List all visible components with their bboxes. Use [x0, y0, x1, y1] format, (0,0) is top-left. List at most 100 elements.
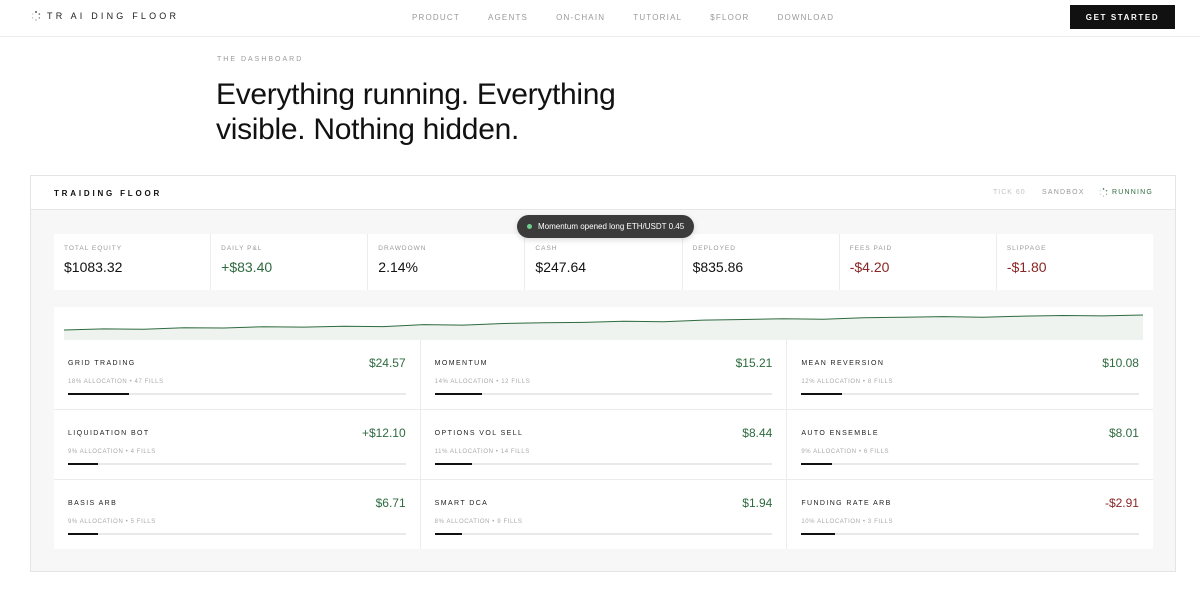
- allocation-fill: [801, 463, 832, 465]
- strategy-name: MOMENTUM: [434, 360, 488, 367]
- strategy-name: FUNDING RATE ARB: [801, 500, 892, 507]
- stat-deployed: DEPLOYED $835.86: [683, 234, 840, 290]
- strategy-card-momentum[interactable]: MOMENTUM $15.21 14% ALLOCATION • 12 FILL…: [420, 340, 787, 409]
- trade-toast: Momentum opened long ETH/USDT 0.45: [517, 215, 695, 238]
- strategy-name: GRID TRADING: [68, 360, 136, 367]
- strategy-name: LIQUIDATION BOT: [68, 430, 150, 437]
- strategy-card-grid-trading[interactable]: GRID TRADING $24.57 18% ALLOCATION • 47 …: [54, 340, 420, 409]
- toast-message: Momentum opened long ETH/USDT 0.45: [538, 222, 685, 231]
- allocation-fill: [68, 533, 99, 535]
- stat-value: -$1.80: [1006, 259, 1047, 275]
- stat-label: CASH: [535, 245, 558, 252]
- stat-value: $247.64: [535, 259, 587, 275]
- strategy-card-auto-ensemble[interactable]: AUTO ENSEMBLE $8.01 9% ALLOCATION • 6 FI…: [787, 410, 1153, 479]
- get-started-button[interactable]: GET STARTED: [1070, 5, 1175, 29]
- strategy-name: SMART DCA: [434, 500, 489, 507]
- stat-value: $835.86: [692, 259, 744, 275]
- strategy-name: BASIS ARB: [68, 500, 118, 507]
- allocation-fill: [434, 463, 472, 465]
- stat-label: TOTAL EQUITY: [64, 245, 123, 252]
- allocation-fill: [801, 393, 842, 395]
- stats-row: TOTAL EQUITY $1083.32 DAILY P&L +$83.40 …: [54, 234, 1153, 290]
- allocation-bar: [801, 393, 1139, 395]
- stat-value: -$4.20: [849, 259, 890, 275]
- strategy-pnl: $1.94: [742, 496, 773, 510]
- allocation-bar: [801, 463, 1139, 465]
- section-eyebrow: THE DASHBOARD: [217, 56, 304, 63]
- stat-label: SLIPPAGE: [1006, 245, 1047, 252]
- nav-link-on-chain[interactable]: ON-CHAIN: [556, 13, 605, 22]
- strategy-pnl: $10.08: [1102, 356, 1139, 370]
- stat-fees-paid: FEES PAID -$4.20: [840, 234, 997, 290]
- allocation-fill: [434, 533, 462, 535]
- strategy-meta: 9% ALLOCATION • 5 FILLS: [68, 519, 156, 525]
- stat-label: DRAWDOWN: [378, 245, 427, 252]
- nav-link-tutorial[interactable]: TUTORIAL: [633, 13, 682, 22]
- strategy-pnl: $15.21: [735, 356, 773, 370]
- top-nav: TR AI DING FLOOR PRODUCT AGENTS ON-CHAIN…: [0, 0, 1200, 37]
- strategy-card-mean-reversion[interactable]: MEAN REVERSION $10.08 12% ALLOCATION • 8…: [787, 340, 1153, 409]
- stat-daily-pnl: DAILY P&L +$83.40: [211, 234, 369, 290]
- stat-drawdown: DRAWDOWN 2.14%: [368, 234, 526, 290]
- nav-link-download[interactable]: DOWNLOAD: [777, 13, 834, 22]
- stat-cash: CASH $247.64: [525, 234, 683, 290]
- strategy-meta: 8% ALLOCATION • 9 FILLS: [434, 519, 523, 525]
- strategy-meta: 18% ALLOCATION • 47 FILLS: [68, 379, 164, 385]
- strategy-name: OPTIONS VOL SELL: [434, 430, 524, 437]
- tick-counter: TICK 60: [993, 189, 1026, 196]
- nav-link-product[interactable]: PRODUCT: [412, 13, 460, 22]
- stat-label: DAILY P&L: [221, 245, 263, 252]
- strategy-card-options-vol-sell[interactable]: OPTIONS VOL SELL $8.44 11% ALLOCATION • …: [420, 410, 787, 479]
- panel-title: TRAIDING FLOOR: [54, 189, 163, 198]
- strategy-card-funding-rate-arb[interactable]: FUNDING RATE ARB -$2.91 10% ALLOCATION •…: [787, 480, 1153, 549]
- hero-headline: Everything running. Everything visible. …: [216, 78, 616, 146]
- strategy-meta: 9% ALLOCATION • 6 FILLS: [801, 449, 890, 455]
- allocation-bar: [434, 463, 773, 465]
- stat-label: FEES PAID: [849, 245, 893, 252]
- allocation-bar: [434, 533, 773, 535]
- spinner-icon: [1099, 188, 1108, 197]
- strategy-meta: 9% ALLOCATION • 4 FILLS: [68, 449, 156, 455]
- strategy-meta: 11% ALLOCATION • 14 FILLS: [434, 449, 530, 455]
- strategy-pnl: $6.71: [375, 496, 406, 510]
- strategy-meta: 14% ALLOCATION • 12 FILLS: [434, 379, 531, 385]
- allocation-fill: [68, 393, 129, 395]
- strategy-meta: 10% ALLOCATION • 3 FILLS: [801, 519, 894, 525]
- panel-header: TRAIDING FLOOR TICK 60 SANDBOX RUNNING: [31, 176, 1175, 210]
- strategy-pnl: $8.44: [742, 426, 773, 440]
- stat-total-equity: TOTAL EQUITY $1083.32: [54, 234, 212, 290]
- strategy-pnl: -$2.91: [1104, 496, 1139, 510]
- status-label: RUNNING: [1112, 189, 1154, 196]
- allocation-bar: [801, 533, 1139, 535]
- strategy-name: AUTO ENSEMBLE: [801, 430, 879, 437]
- allocation-bar: [434, 393, 773, 395]
- nav-link-agents[interactable]: AGENTS: [488, 13, 528, 22]
- logo[interactable]: TR AI DING FLOOR: [31, 11, 179, 21]
- stat-label: DEPLOYED: [692, 245, 736, 252]
- live-dot-icon: [527, 224, 532, 229]
- stat-value: 2.14%: [378, 259, 418, 275]
- strategy-grid: GRID TRADING $24.57 18% ALLOCATION • 47 …: [54, 340, 1153, 549]
- strategy-name: MEAN REVERSION: [801, 360, 885, 367]
- nav-link-floor[interactable]: $FLOOR: [710, 13, 749, 22]
- strategy-pnl: $24.57: [368, 356, 406, 370]
- strategy-card-smart-dca[interactable]: SMART DCA $1.94 8% ALLOCATION • 9 FILLS: [420, 480, 787, 549]
- status-indicator: RUNNING: [1099, 188, 1153, 197]
- stat-slippage: SLIPPAGE -$1.80: [997, 234, 1153, 290]
- logo-text: TR AI DING FLOOR: [47, 11, 180, 21]
- strategy-pnl: +$12.10: [361, 426, 406, 440]
- allocation-bar: [68, 393, 406, 395]
- strategy-meta: 12% ALLOCATION • 8 FILLS: [801, 379, 894, 385]
- equity-sparkline: [54, 307, 1153, 340]
- stat-value: $1083.32: [64, 259, 123, 275]
- nav-links: PRODUCT AGENTS ON-CHAIN TUTORIAL $FLOOR …: [412, 13, 862, 22]
- allocation-bar: [68, 463, 406, 465]
- spinner-icon: [31, 11, 41, 21]
- allocation-fill: [68, 463, 99, 465]
- strategy-card-basis-arb[interactable]: BASIS ARB $6.71 9% ALLOCATION • 5 FILLS: [54, 480, 420, 549]
- allocation-fill: [801, 533, 836, 535]
- strategy-card-liquidation-bot[interactable]: LIQUIDATION BOT +$12.10 9% ALLOCATION • …: [54, 410, 420, 479]
- mode-badge[interactable]: SANDBOX: [1042, 189, 1085, 196]
- allocation-fill: [434, 393, 482, 395]
- trading-floor-panel: TRAIDING FLOOR TICK 60 SANDBOX RUNNING M…: [30, 175, 1176, 572]
